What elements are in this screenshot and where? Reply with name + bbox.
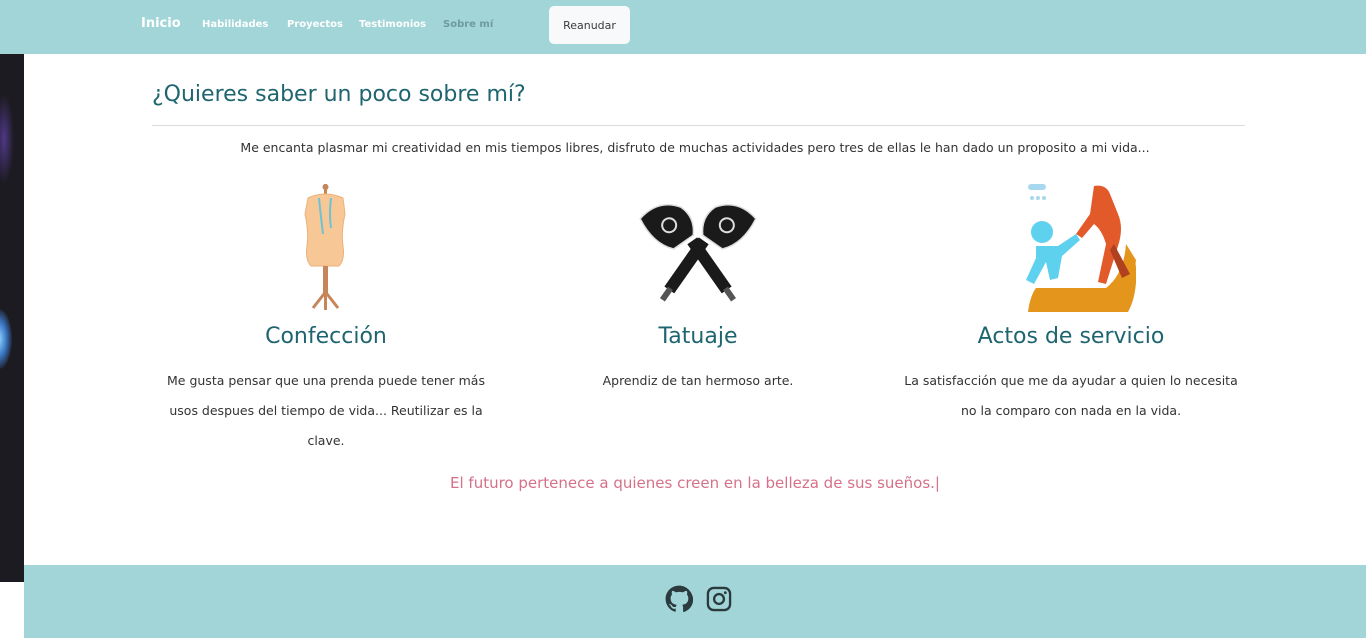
section-title: ¿Quieres saber un poco sobre mí?: [152, 82, 526, 107]
background-light: [0, 309, 12, 369]
activity-text: Me gusta pensar que una prenda puede ten…: [167, 373, 485, 448]
tattoo-machines-icon: [633, 184, 763, 314]
nav-link-testimonios[interactable]: Testimonios: [359, 19, 426, 30]
activity-card-servicio: Actos de servicio La satisfacción que me…: [891, 184, 1251, 426]
quote-text: El futuro pertenece a quienes creen en l…: [450, 474, 935, 492]
instagram-icon[interactable]: [705, 585, 733, 613]
footer: [24, 565, 1366, 638]
activity-title: Actos de servicio: [977, 324, 1165, 349]
intro-text: Me encanta plasmar mi creatividad en mis…: [240, 140, 1150, 155]
activity-title: Confección: [265, 324, 387, 349]
mannequin-icon: [261, 184, 391, 314]
nav-link-proyectos[interactable]: Proyectos: [287, 19, 343, 30]
activity-title: Tatuaje: [658, 324, 738, 349]
about-section: ¿Quieres saber un poco sobre mí? Me enca…: [24, 54, 1366, 565]
background-photo-strip: [0, 54, 24, 582]
divider: [152, 125, 1245, 126]
github-icon[interactable]: [665, 585, 694, 613]
helping-hand-icon: [1006, 184, 1137, 314]
background-glow: [0, 94, 14, 184]
typewriter-quote: El futuro pertenece a quienes creen en l…: [24, 474, 1366, 492]
typewriter-cursor: |: [934, 474, 940, 492]
activity-card-confeccion: Confección Me gusta pensar que una prend…: [146, 184, 506, 456]
activity-text: Aprendiz de tan hermoso arte.: [602, 373, 794, 388]
nav-brand-home[interactable]: Inicio: [141, 16, 181, 31]
activity-text: La satisfacción que me da ayudar a quien…: [904, 373, 1238, 418]
nav-link-sobre-mi[interactable]: Sobre mí: [443, 19, 493, 30]
navbar: Inicio Habilidades Proyectos Testimonios…: [0, 0, 1366, 54]
resume-button[interactable]: Reanudar: [549, 6, 630, 44]
activity-card-tatuaje: Tatuaje Aprendiz de tan hermoso arte.: [518, 184, 878, 396]
nav-link-habilidades[interactable]: Habilidades: [202, 19, 268, 30]
